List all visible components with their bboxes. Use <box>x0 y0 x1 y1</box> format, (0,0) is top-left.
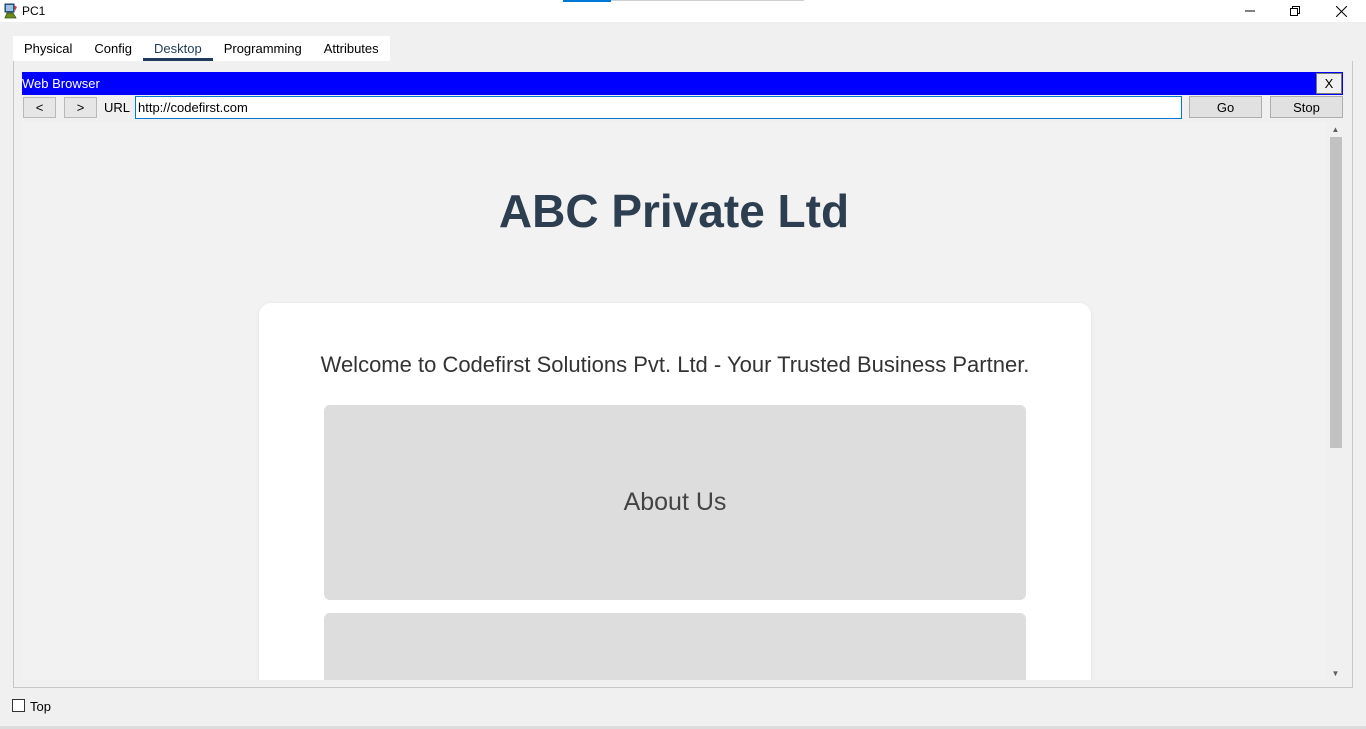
scroll-up-arrow-icon[interactable]: ▲ <box>1327 122 1344 136</box>
top-checkbox[interactable] <box>12 699 25 712</box>
tab-config[interactable]: Config <box>83 36 143 61</box>
scroll-thumb[interactable] <box>1330 137 1342 448</box>
close-button[interactable] <box>1318 0 1364 22</box>
back-button[interactable]: < <box>23 97 56 118</box>
pc-app-icon <box>4 3 18 19</box>
web-browser-title: Web Browser <box>22 76 100 91</box>
top-checkbox-label: Top <box>30 699 51 714</box>
minimize-button[interactable] <box>1227 0 1273 22</box>
taskbar-accent <box>563 0 611 2</box>
browser-viewport: ABC Private Ltd Welcome to Codefirst Sol… <box>22 122 1326 680</box>
content-card: Welcome to Codefirst Solutions Pvt. Ltd … <box>259 303 1091 680</box>
scroll-down-arrow-icon[interactable]: ▼ <box>1327 666 1344 680</box>
window-titlebar: PC1 <box>0 0 1366 22</box>
go-button[interactable]: Go <box>1189 96 1262 118</box>
web-browser-close-button[interactable]: X <box>1316 73 1342 94</box>
url-input[interactable] <box>135 96 1182 119</box>
welcome-text: Welcome to Codefirst Solutions Pvt. Ltd … <box>320 352 1030 377</box>
about-us-section[interactable]: About Us <box>324 405 1026 600</box>
tab-physical[interactable]: Physical <box>13 36 83 61</box>
forward-button[interactable]: > <box>64 97 97 118</box>
minimize-icon <box>1245 10 1255 12</box>
device-tabs: Physical Config Desktop Programming Attr… <box>13 36 390 61</box>
next-section <box>324 613 1026 680</box>
stop-button[interactable]: Stop <box>1270 96 1343 118</box>
taskbar-accent-gray <box>611 0 804 1</box>
vertical-scrollbar[interactable]: ▲ ▼ <box>1327 122 1344 680</box>
window-title: PC1 <box>22 4 46 18</box>
web-browser-header: Web Browser X <box>22 72 1343 95</box>
page-title: ABC Private Ltd <box>498 185 850 237</box>
about-us-label: About Us <box>623 488 727 516</box>
url-label: URL <box>104 100 131 115</box>
tab-attributes[interactable]: Attributes <box>313 36 390 61</box>
restore-icon <box>1290 6 1300 16</box>
tab-programming[interactable]: Programming <box>213 36 313 61</box>
close-icon <box>1335 5 1347 17</box>
tab-desktop[interactable]: Desktop <box>143 36 213 61</box>
restore-button[interactable] <box>1272 0 1318 22</box>
